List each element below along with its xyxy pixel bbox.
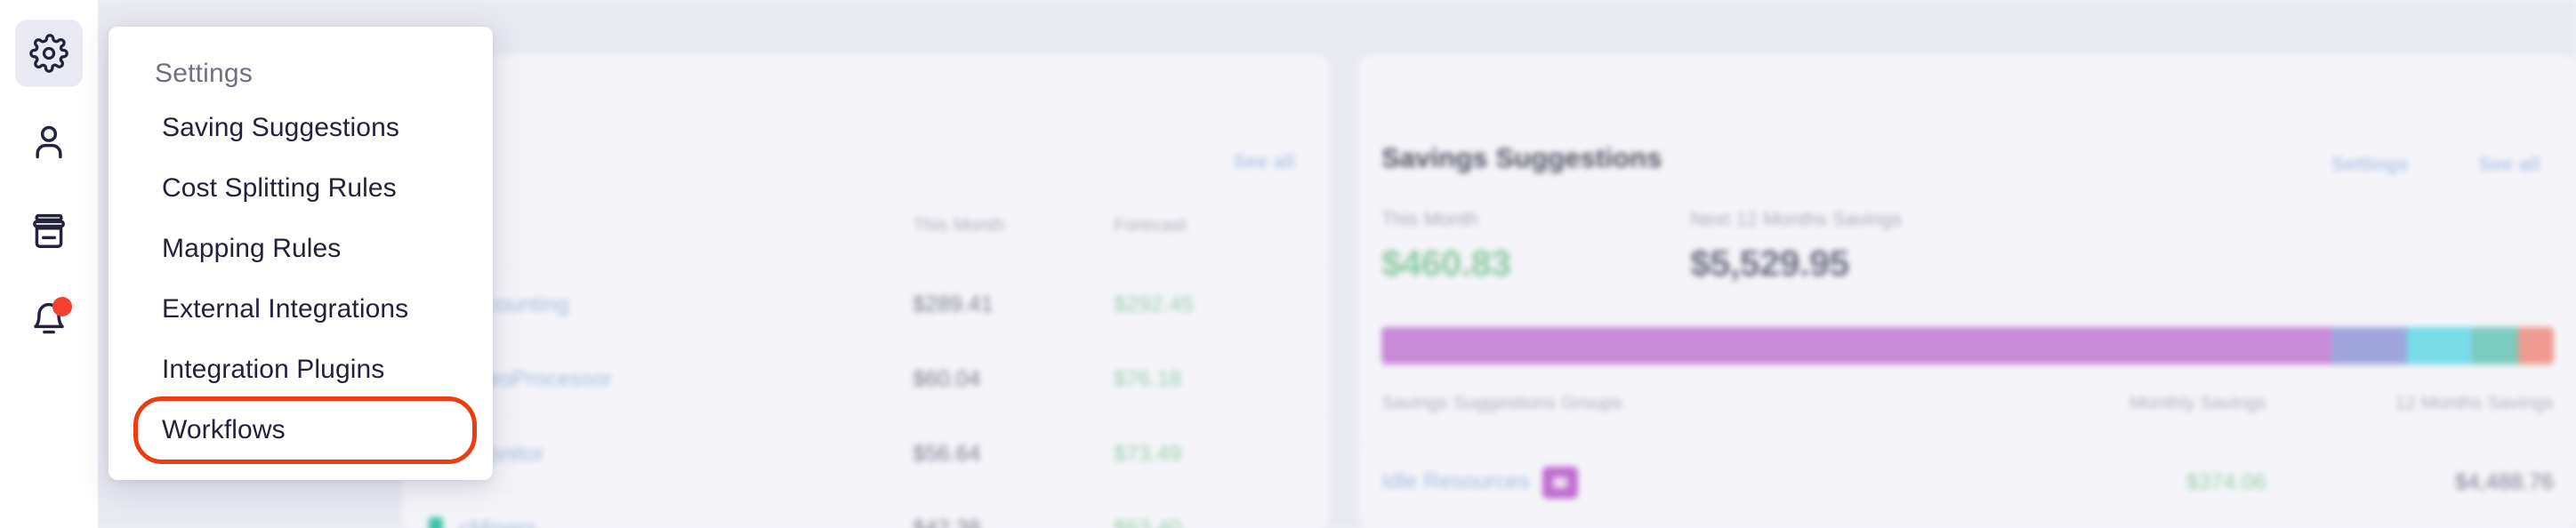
gear-icon [29,34,68,73]
bar-segment [2518,327,2554,364]
menu-item-mapping-rules[interactable]: Mapping Rules [109,219,493,279]
sidebar-item-user[interactable] [15,108,83,176]
table-row[interactable]: Turbonomic Actions $29.99 $359.86 [1359,519,2576,528]
table-row[interactable]: videoProcessor $60.04 $76.18 [402,341,1329,416]
bar-segment [2407,327,2472,364]
menu-item-cost-splitting-rules[interactable]: Cost Splitting Rules [109,158,493,219]
sidebar-item-notifications[interactable] [15,286,83,354]
row-name[interactable]: cMiners [459,516,537,528]
bar-segment [1381,327,2331,364]
right-card-settings-link[interactable]: Settings [2331,153,2409,176]
metric-this-month: This Month $460.83 [1381,208,1511,284]
image-badge-icon [1542,466,1578,499]
metric-label: Next 12 Months Savings [1690,208,1903,230]
left-sidebar [0,0,98,528]
table-row[interactable]: Idle Resources $374.06 $4,488.76 [1359,444,2576,519]
table-row[interactable]: cMiners $42.38 $63.40 [402,491,1329,528]
bar-segment [2471,327,2519,364]
right-card-table: Savings Suggestions Groups Monthly Savin… [1359,393,2576,528]
row-this-month: $289.41 [913,292,994,316]
user-icon [29,123,68,162]
metric-value: $5,529.95 [1690,243,1849,284]
applications-card: ns See all Name This Month Forecast Acco… [402,55,1329,528]
left-card-see-all-link[interactable]: See all [1233,150,1295,173]
menu-item-integration-plugins[interactable]: Integration Plugins [109,340,493,400]
row-yearly-savings: $4,488.76 [2454,469,2554,494]
settings-dropdown-menu: Settings Saving Suggestions Cost Splitti… [109,27,493,480]
row-this-month: $56.64 [913,441,981,466]
left-table-header: Name This Month Forecast [402,215,1329,267]
row-forecast: $292.45 [1114,292,1195,316]
metric-value: $460.83 [1381,243,1511,284]
row-forecast: $76.18 [1114,366,1182,391]
table-row[interactable]: Accounting $289.41 $292.45 [402,267,1329,341]
column-header-forecast: Forecast [1114,215,1187,236]
menu-item-external-integrations[interactable]: External Integrations [109,279,493,340]
left-card-table: Name This Month Forecast Accounting $289… [402,215,1329,528]
notification-badge-dot [52,297,72,316]
row-forecast: $63.40 [1114,516,1182,528]
archive-box-icon [29,212,68,251]
row-group[interactable]: Idle Resources [1381,466,1578,499]
column-header-monthly-savings: Monthly Savings [2129,393,2266,413]
right-table-header: Savings Suggestions Groups Monthly Savin… [1359,393,2576,444]
metric-next-12-months: Next 12 Months Savings $5,529.95 [1690,208,1902,284]
column-header-this-month: This Month [913,215,1005,236]
savings-suggestions-card: Savings Suggestions Settings See all Thi… [1359,55,2576,528]
savings-distribution-bar [1381,327,2554,364]
column-header-groups: Savings Suggestions Groups [1381,393,1622,413]
right-card-title: Savings Suggestions [1381,142,1662,173]
column-header-12-months: 12 Months Savings [2395,393,2554,413]
row-monthly-savings: $374.06 [2186,469,2266,494]
metric-label: This Month [1381,208,1478,230]
app-root: ns See all Name This Month Forecast Acco… [0,0,2576,528]
table-row[interactable]: cMonitor $56.64 $73.49 [402,416,1329,491]
row-group-label: Idle Resources [1381,468,1530,494]
row-this-month: $42.38 [913,516,981,528]
row-forecast: $73.49 [1114,441,1182,466]
menu-item-workflows[interactable]: Workflows [109,396,493,464]
bar-segment [2330,327,2408,364]
menu-item-saving-suggestions[interactable]: Saving Suggestions [109,98,493,158]
sidebar-item-settings[interactable] [15,20,83,87]
sidebar-item-archive[interactable] [15,197,83,265]
right-card-see-all-link[interactable]: See all [2478,153,2540,176]
row-this-month: $60.04 [913,366,981,391]
color-dot [429,516,443,528]
menu-title: Settings [155,59,253,88]
